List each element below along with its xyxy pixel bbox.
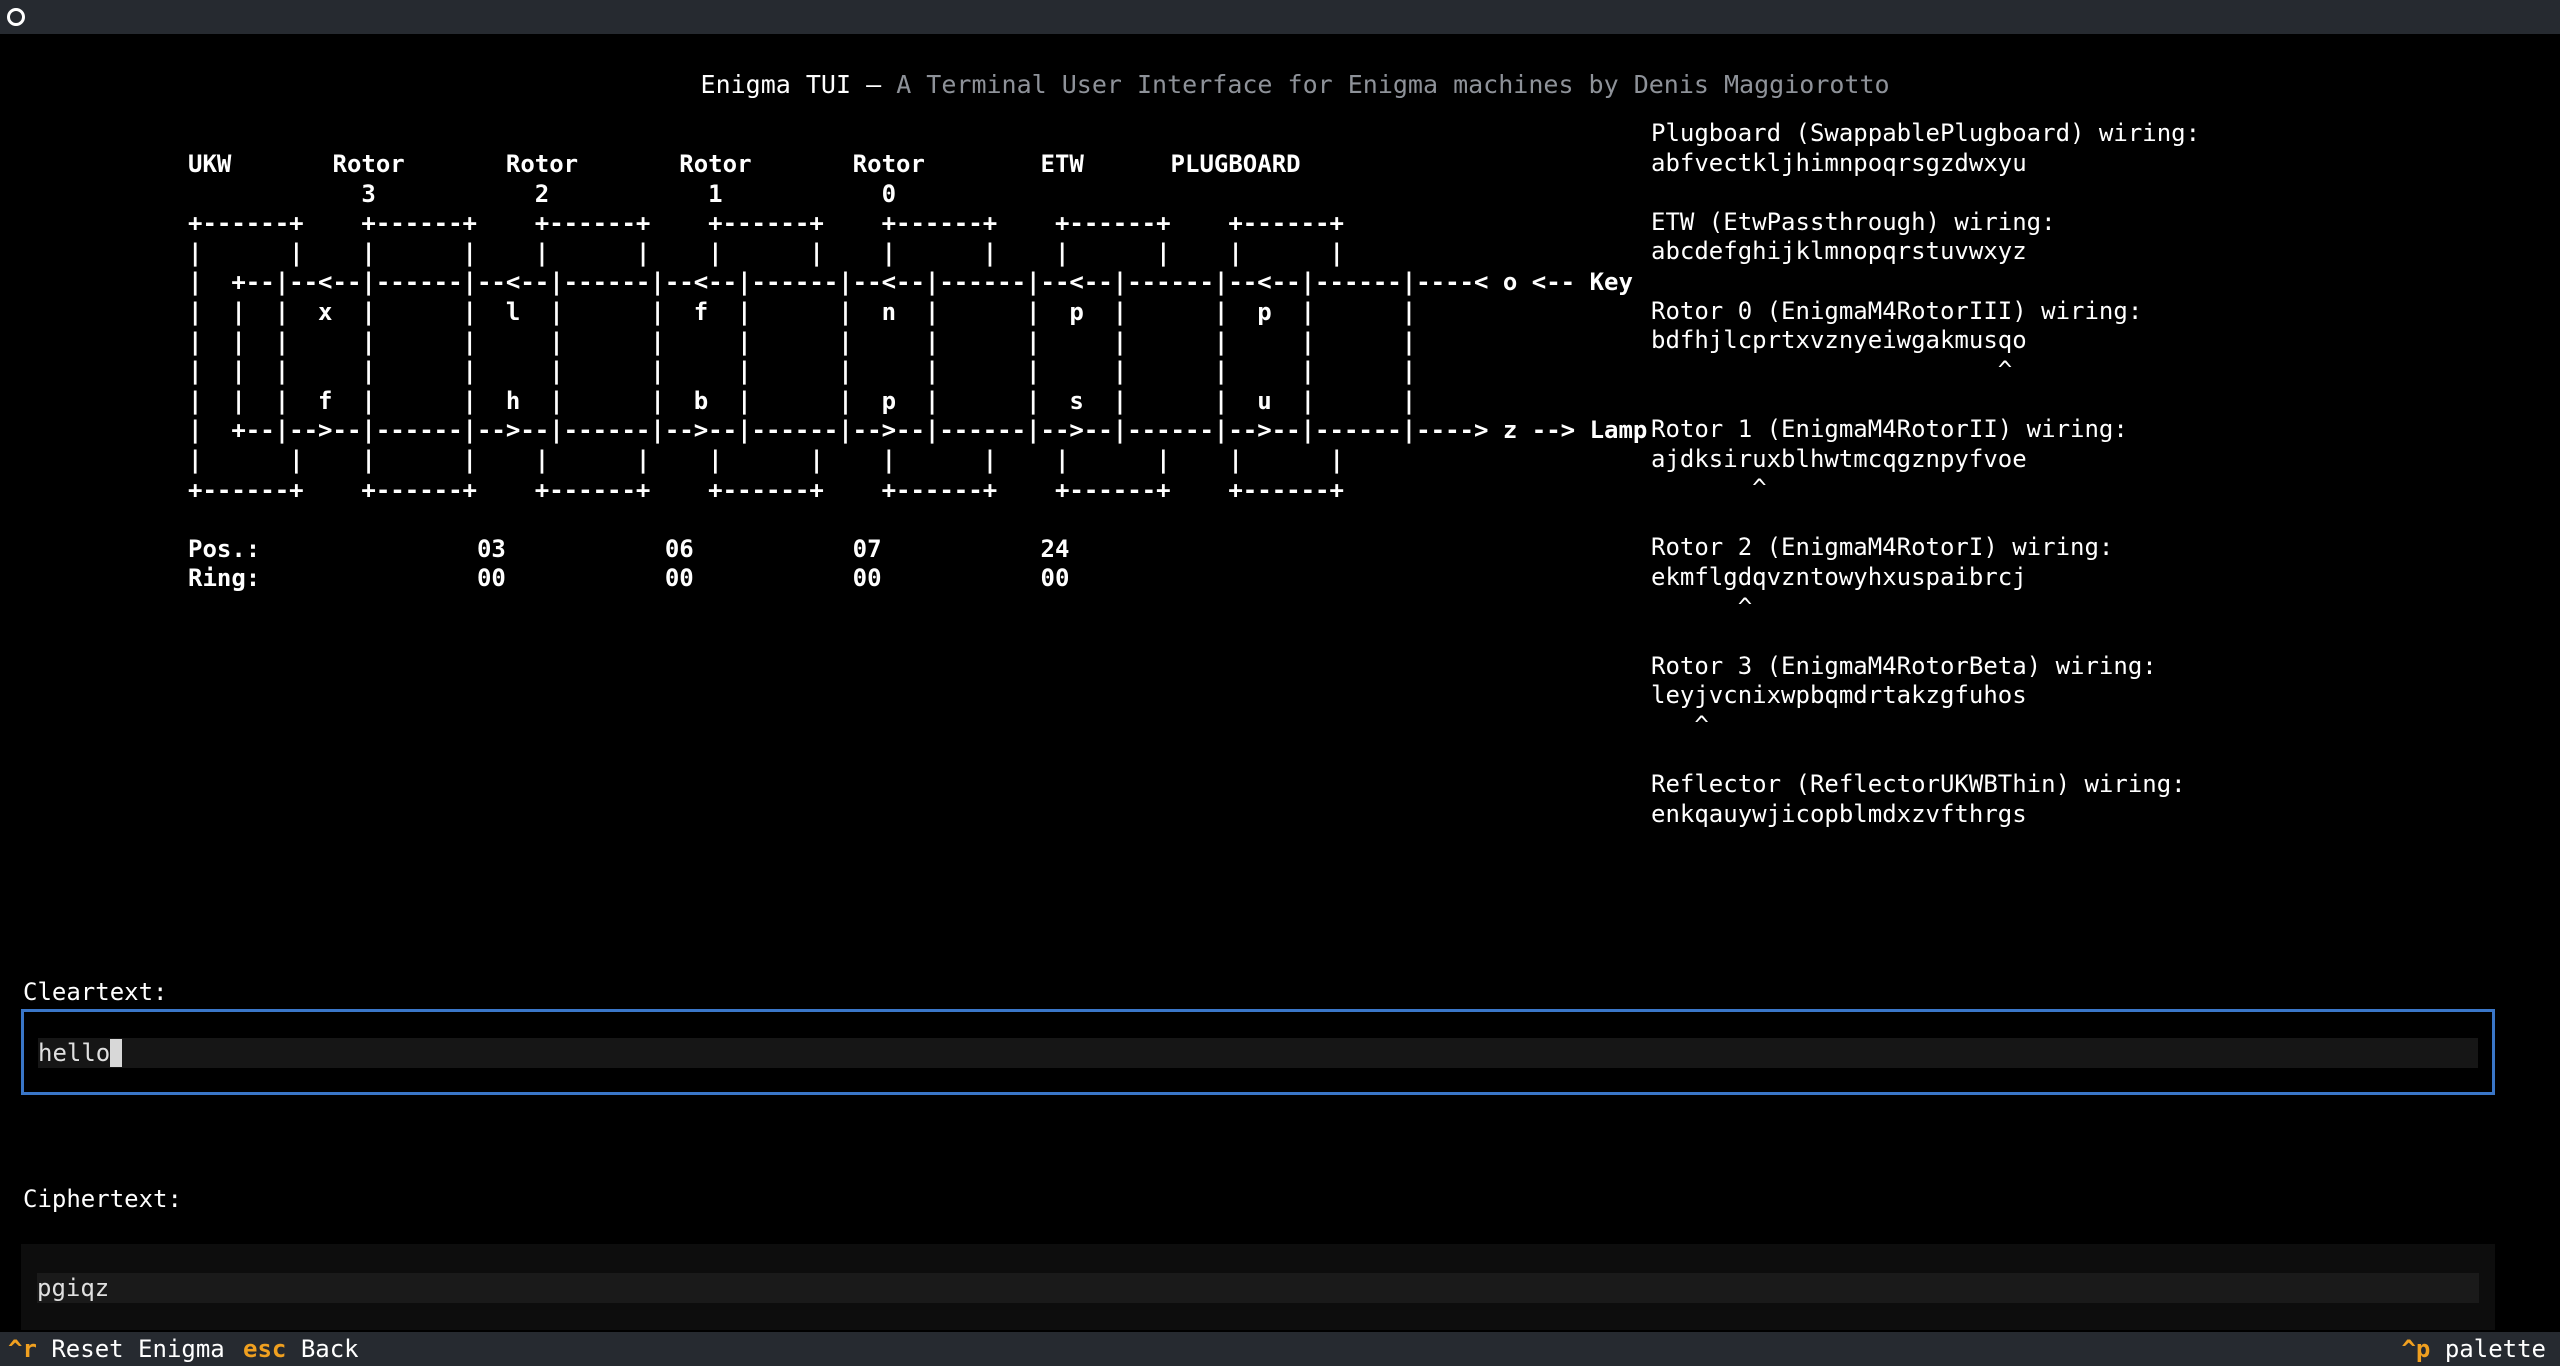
diagram-line: | | | | | | | | | | | | | | | [188, 357, 1417, 386]
wiring-block: Rotor 0 (EnigmaM4RotorIII) wiring: bdfhjl… [1651, 297, 2200, 386]
cleartext-input[interactable]: hello [38, 1038, 2478, 1068]
back-label: Back [300, 1335, 359, 1363]
wiring-panel: Plugboard (SwappablePlugboard) wiring: ab… [1651, 119, 2200, 829]
ciphertext-output: pgiqz [37, 1273, 2479, 1303]
rotor-position-marker: ^ [1651, 592, 1753, 621]
wiring-block: Reflector (ReflectorUKWBThin) wiring: enk… [1651, 770, 2200, 829]
diagram-line: | | | | | | | | | | | | | | [188, 445, 1344, 474]
diagram-line: | | | | | | | | | | | | | | | [188, 327, 1417, 356]
wiring-value: abfvectkljhimnpoqrsgzdwxyu [1651, 148, 2027, 177]
wiring-block: Plugboard (SwappablePlugboard) wiring: ab… [1651, 119, 2200, 178]
wiring-value: ajdksiruxblhwtmcqgznpyfvoe [1651, 444, 2027, 473]
wiring-value: enkqauywjicopblmdxzvfthrgs [1651, 799, 2027, 828]
diagram-line: Pos.: 03 06 07 24 [188, 534, 1070, 563]
footer-bar: ^r Reset Enigma esc Back ^p palette [0, 1332, 2560, 1366]
cleartext-value: hello [38, 1039, 111, 1067]
rotor-position-marker: ^ [1651, 710, 1709, 739]
palette-label: palette [2444, 1335, 2546, 1363]
cleartext-input-box[interactable]: hello [21, 1009, 2495, 1095]
ciphertext-value: pgiqz [37, 1274, 110, 1302]
wiring-value: abcdefghijklmnopqrstuvwxyz [1651, 237, 2027, 266]
rotor-position-marker: ^ [1651, 355, 2013, 384]
diagram-line: UKW Rotor Rotor Rotor Rotor ETW PLUGBOAR… [188, 150, 1301, 178]
wiring-title: Plugboard (SwappablePlugboard) wiring: [1651, 119, 2201, 147]
back-binding[interactable]: esc Back [243, 1332, 359, 1366]
window-subtitle: A Terminal User Interface for Enigma mac… [896, 70, 1890, 99]
wiring-title: Rotor 1 (EnigmaM4RotorII) wiring: [1651, 414, 2128, 443]
wiring-block: Rotor 1 (EnigmaM4RotorII) wiring: ajdksir… [1651, 415, 2200, 504]
wiring-value: bdfhjlcprtxvznyeiwgakmusqo [1651, 326, 2027, 355]
cleartext-label: Cleartext: [23, 978, 168, 1006]
wiring-title: Reflector (ReflectorUKWBThin) wiring: [1651, 770, 2186, 799]
diagram-line: | +--|--<--|------|--<--|------|--<--|--… [188, 268, 1633, 297]
back-key: esc [243, 1335, 287, 1363]
diagram-line: | | | f | | h | | b | | p | | s | | u | … [188, 386, 1417, 415]
rotor-position-marker: ^ [1651, 474, 1767, 503]
diagram-line [188, 505, 1647, 535]
reset-enigma-binding[interactable]: ^r Reset Enigma [8, 1332, 225, 1366]
palette-key: ^p [2401, 1335, 2431, 1363]
palette-binding[interactable]: ^p palette [2401, 1332, 2546, 1366]
reset-key: ^r [8, 1335, 37, 1363]
text-cursor [110, 1039, 123, 1067]
diagram-line: +------+ +------+ +------+ +------+ +---… [188, 209, 1344, 238]
wiring-block: Rotor 2 (EnigmaM4RotorI) wiring: ekmflgdq… [1651, 533, 2200, 622]
wiring-value: leyjvcnixwpbqmdrtakzgfuhos [1651, 681, 2027, 710]
app-icon[interactable] [7, 8, 25, 26]
diagram-line: | | | | | | | | | | | | | | [188, 238, 1344, 267]
wiring-block: ETW (EtwPassthrough) wiring: abcdefghijkl… [1651, 208, 2200, 267]
window-title: Enigma TUI [700, 70, 852, 99]
diagram-line: +------+ +------+ +------+ +------+ +---… [188, 475, 1344, 504]
diagram-line: 3 2 1 0 [188, 179, 897, 208]
enigma-diagram: UKW Rotor Rotor Rotor Rotor ETW PLUGBOAR… [188, 150, 1647, 594]
ciphertext-label: Ciphertext: [23, 1185, 182, 1213]
diagram-line: Ring: 00 00 00 00 [188, 564, 1070, 593]
title-bar: Enigma TUI — A Terminal User Interface f… [0, 0, 2560, 99]
wiring-block: Rotor 3 (EnigmaM4RotorBeta) wiring: leyjv… [1651, 652, 2200, 741]
wiring-title: ETW (EtwPassthrough) wiring: [1651, 207, 2056, 236]
title-separator: — [851, 70, 897, 99]
wiring-title: Rotor 3 (EnigmaM4RotorBeta) wiring: [1651, 651, 2157, 680]
wiring-value: ekmflgdqvzntowyhxuspaibrcj [1651, 562, 2027, 591]
ciphertext-output-box: pgiqz [21, 1244, 2495, 1330]
diagram-line: | +--|-->--|------|-->--|------|-->--|--… [188, 416, 1648, 445]
reset-label: Reset Enigma [51, 1335, 225, 1363]
wiring-title: Rotor 0 (EnigmaM4RotorIII) wiring: [1651, 296, 2143, 325]
wiring-title: Rotor 2 (EnigmaM4RotorI) wiring: [1651, 533, 2114, 562]
diagram-line: | | | x | | l | | f | | n | | p | | p | … [188, 297, 1417, 326]
